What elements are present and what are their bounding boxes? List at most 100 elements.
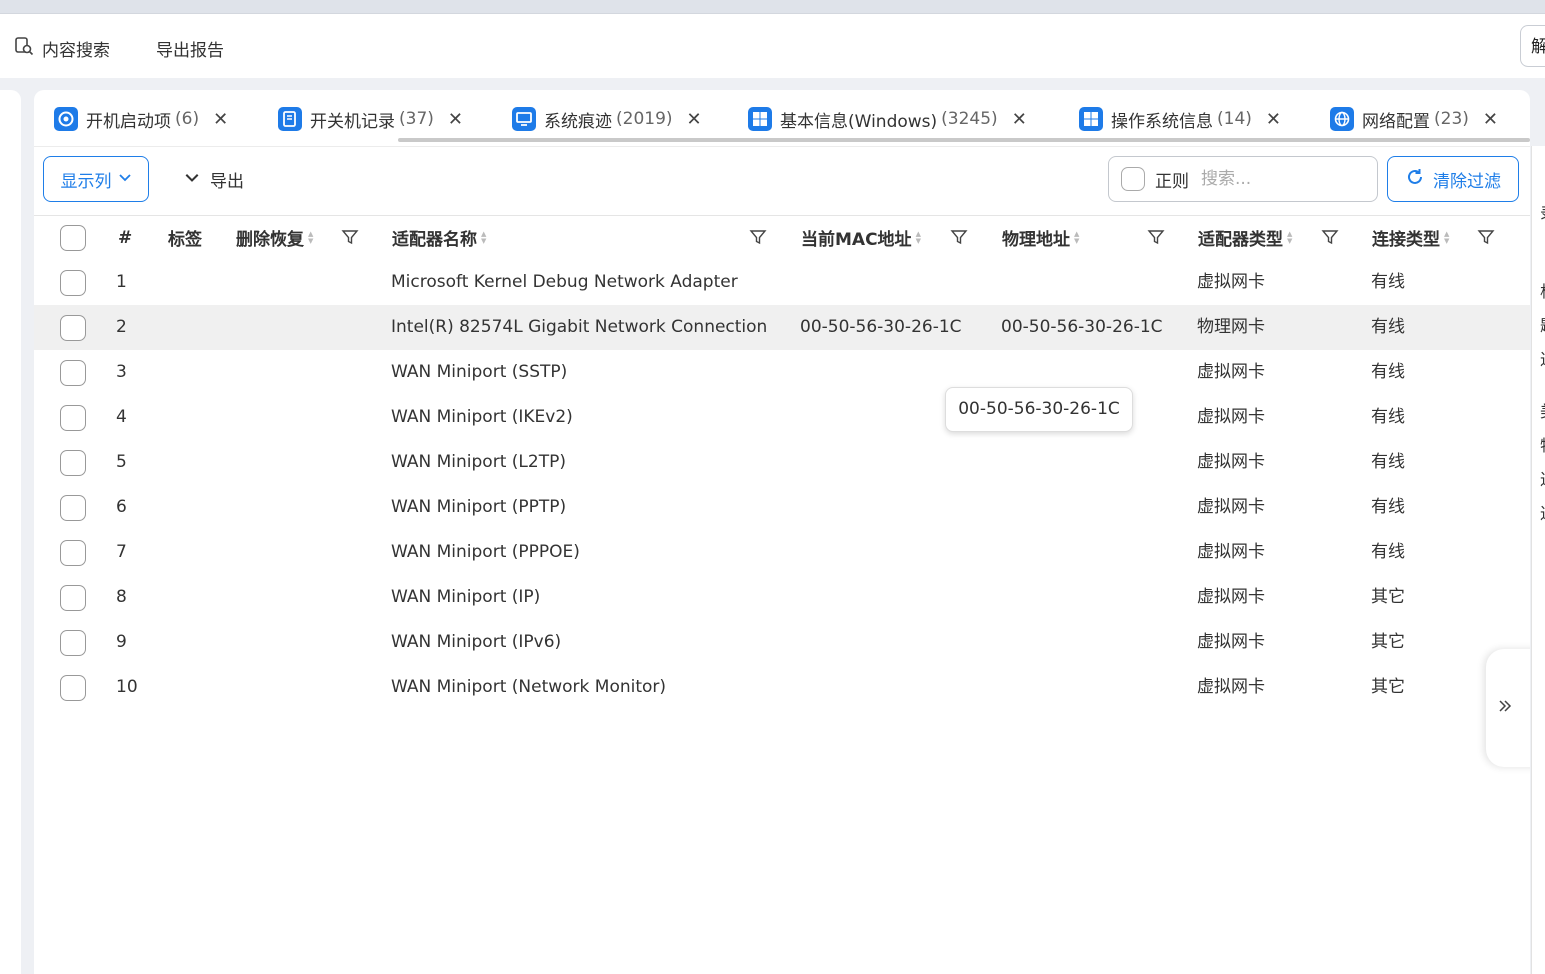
row-checkbox[interactable] — [60, 270, 86, 296]
show-columns-button[interactable]: 显示列 — [43, 156, 149, 202]
cell-index: 8 — [116, 587, 127, 607]
close-icon[interactable]: ✕ — [448, 109, 463, 130]
windows-icon — [748, 107, 772, 131]
export-report-button[interactable]: 导出报告 — [156, 36, 224, 61]
tab-scrollbar[interactable] — [398, 138, 1530, 142]
row-checkbox[interactable] — [60, 675, 86, 701]
cell-conn-type: 其它 — [1371, 632, 1405, 652]
cell-conn-type: 有线 — [1371, 272, 1405, 292]
cell-index: 6 — [116, 497, 127, 517]
main-panel: 开机启动项 (6) ✕ 开关机记录 (37) ✕ 系统痕迹 (2019) ✕ 基本信息(Windo… — [34, 90, 1530, 974]
sort-icon[interactable]: ▲ ▼ — [1074, 230, 1079, 245]
row-checkbox[interactable] — [60, 630, 86, 656]
right-toolbar-button[interactable]: 解 — [1520, 25, 1545, 67]
cell-index: 10 — [116, 677, 138, 697]
col-header-conn-type[interactable]: 连接类型 ▲ ▼ — [1372, 215, 1449, 260]
right-panel-text: 特 — [1540, 432, 1545, 456]
table-row[interactable]: 10 WAN Miniport (Network Monitor) 虚拟网卡 其它 — [34, 665, 1530, 710]
close-icon[interactable]: ✕ — [1483, 109, 1498, 130]
table-row[interactable]: 1 Microsoft Kernel Debug Network Adapter 虚… — [34, 260, 1530, 305]
filter-icon[interactable] — [341, 228, 359, 246]
row-checkbox[interactable] — [60, 360, 86, 386]
cell-adapter-type: 虚拟网卡 — [1197, 587, 1265, 607]
tab-label: 操作系统信息 — [1111, 111, 1213, 132]
filter-icon[interactable] — [1147, 228, 1165, 246]
col-header-mac[interactable]: 当前MAC地址 ▲ ▼ — [801, 215, 921, 260]
col-header-physical[interactable]: 物理地址 ▲ ▼ — [1002, 215, 1079, 260]
export-button[interactable]: 导出 — [184, 167, 244, 192]
clear-filter-button[interactable]: 清除过滤 — [1387, 156, 1519, 202]
row-checkbox[interactable] — [60, 315, 86, 341]
row-checkbox[interactable] — [60, 450, 86, 476]
regex-label: 正则 — [1155, 171, 1189, 192]
col-header-adapter-name-label: 适配器名称 — [392, 230, 477, 250]
table-row[interactable]: 3 WAN Miniport (SSTP) 虚拟网卡 有线 — [34, 350, 1530, 395]
sort-icon[interactable]: ▲ ▼ — [481, 230, 486, 245]
tab-1[interactable]: 开机启动项 (6) ✕ — [54, 102, 228, 136]
tab-3[interactable]: 系统痕迹 (2019) ✕ — [512, 102, 702, 136]
table-row[interactable]: 7 WAN Miniport (PPPOE) 虚拟网卡 有线 — [34, 530, 1530, 575]
window-top-strip — [0, 0, 1545, 14]
row-checkbox[interactable] — [60, 585, 86, 611]
filter-icon[interactable] — [1321, 228, 1339, 246]
close-icon[interactable]: ✕ — [213, 109, 228, 130]
show-columns-label: 显示列 — [60, 171, 112, 192]
select-all-checkbox[interactable] — [60, 225, 86, 251]
sort-icon[interactable]: ▲ ▼ — [308, 230, 313, 245]
search-input[interactable] — [1199, 168, 1353, 190]
tab-5[interactable]: 操作系统信息 (14) ✕ — [1079, 102, 1281, 136]
sort-icon[interactable]: ▲ ▼ — [916, 230, 921, 245]
content-search-button[interactable]: 内容搜索 — [14, 36, 110, 61]
right-panel-text: 进 — [1540, 500, 1545, 524]
row-checkbox[interactable] — [60, 405, 86, 431]
close-icon[interactable]: ✕ — [1012, 109, 1027, 130]
cell-adapter-name: WAN Miniport (IP) — [391, 587, 541, 607]
col-header-tag[interactable]: 标签 — [168, 215, 202, 260]
tab-count: (23) — [1434, 109, 1469, 129]
expand-panel-button[interactable] — [1486, 649, 1530, 767]
row-checkbox[interactable] — [60, 540, 86, 566]
col-header-adapter-name[interactable]: 适配器名称 ▲ ▼ — [392, 215, 486, 260]
filter-icon[interactable] — [749, 228, 767, 246]
filter-icon[interactable] — [950, 228, 968, 246]
table-row[interactable]: 9 WAN Miniport (IPv6) 虚拟网卡 其它 — [34, 620, 1530, 665]
col-header-deleted[interactable]: 删除恢复 ▲ ▼ — [236, 215, 313, 260]
tab-4[interactable]: 基本信息(Windows) (3245) ✕ — [748, 102, 1027, 136]
col-header-adapter-type-label: 适配器类型 — [1198, 230, 1283, 250]
sort-icon[interactable]: ▲ ▼ — [1444, 230, 1449, 245]
close-icon[interactable]: ✕ — [687, 109, 702, 130]
right-panel-text: 进 — [1540, 466, 1545, 490]
tab-2[interactable]: 开关机记录 (37) ✕ — [278, 102, 463, 136]
right-panel-text: 录 — [1540, 200, 1545, 224]
table-row[interactable]: 8 WAN Miniport (IP) 虚拟网卡 其它 — [34, 575, 1530, 620]
clear-filter-label: 清除过滤 — [1433, 171, 1501, 192]
tab-6[interactable]: 网络配置 (23) ✕ — [1330, 102, 1498, 136]
close-icon[interactable]: ✕ — [1266, 109, 1281, 130]
cell-adapter-name: WAN Miniport (L2TP) — [391, 452, 566, 472]
table-row[interactable]: 2 Intel(R) 82574L Gigabit Network Connect… — [34, 305, 1530, 350]
cell-adapter-type: 物理网卡 — [1197, 317, 1265, 337]
cell-adapter-type: 虚拟网卡 — [1197, 272, 1265, 292]
cell-conn-type: 其它 — [1371, 587, 1405, 607]
power-log-icon — [278, 107, 302, 131]
tab-label: 网络配置 — [1362, 111, 1430, 132]
filter-icon[interactable] — [1477, 228, 1495, 246]
sort-icon[interactable]: ▲ ▼ — [1287, 230, 1292, 245]
cell-index: 1 — [116, 272, 127, 292]
row-checkbox[interactable] — [60, 495, 86, 521]
col-header-adapter-type[interactable]: 适配器类型 ▲ ▼ — [1198, 215, 1292, 260]
cell-adapter-name: WAN Miniport (PPPOE) — [391, 542, 580, 562]
table-row[interactable]: 4 WAN Miniport (IKEv2) 虚拟网卡 有线 — [34, 395, 1530, 440]
right-panel-text: 进 — [1540, 346, 1545, 370]
tab-count: (37) — [399, 109, 434, 129]
table-row[interactable]: 5 WAN Miniport (L2TP) 虚拟网卡 有线 — [34, 440, 1530, 485]
chevron-down-icon — [184, 169, 200, 190]
right-panel-text: 析 — [1540, 278, 1545, 302]
table-row[interactable]: 6 WAN Miniport (PPTP) 虚拟网卡 有线 — [34, 485, 1530, 530]
cell-adapter-type: 虚拟网卡 — [1197, 542, 1265, 562]
regex-checkbox[interactable] — [1121, 167, 1145, 191]
tab-count: (3245) — [941, 109, 998, 129]
cell-index: 5 — [116, 452, 127, 472]
cell-tooltip: 00-50-56-30-26-1C — [945, 387, 1133, 432]
monitor-icon — [512, 107, 536, 131]
